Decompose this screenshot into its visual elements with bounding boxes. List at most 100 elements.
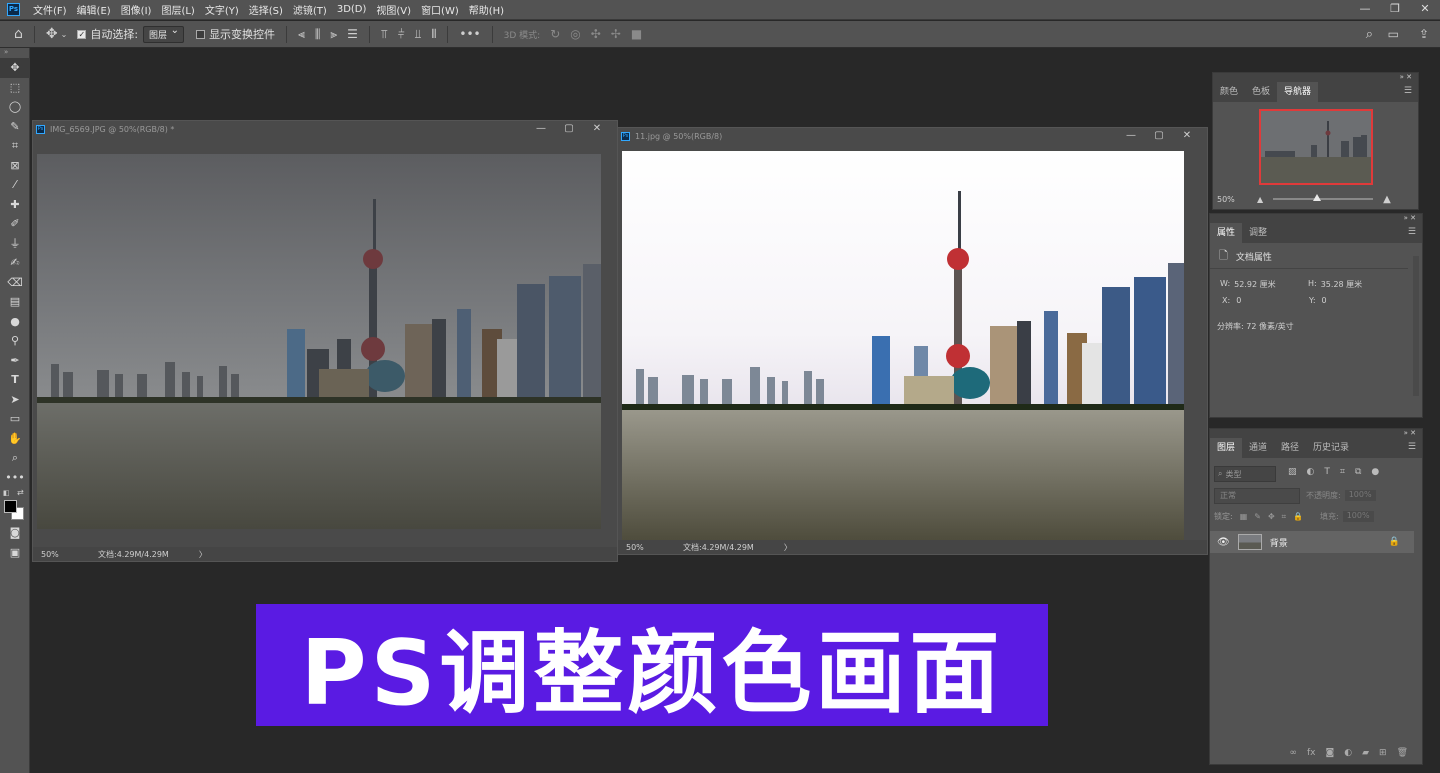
path-select-icon[interactable]: ➤ (0, 390, 30, 410)
minimize-button[interactable]: — (1350, 0, 1380, 20)
menu-filter[interactable]: 滤镜(T) (288, 2, 332, 17)
quick-mask-icon[interactable]: ◙ (0, 523, 30, 543)
marquee-tool-icon[interactable]: ⬚ (0, 78, 30, 98)
swap-colors-icon[interactable]: ⇄ (17, 488, 24, 497)
lock-artboard-icon[interactable]: ⌗ (1282, 512, 1287, 522)
filter-shape-icon[interactable]: ⌗ (1340, 467, 1345, 477)
layer-name[interactable]: 背景 (1270, 536, 1288, 549)
search-icon[interactable]: ⌕ (1366, 27, 1373, 42)
fill-input[interactable]: 100% (1342, 511, 1374, 522)
link-layers-icon[interactable]: ∞ (1290, 748, 1298, 758)
layer-style-icon[interactable]: fx (1307, 748, 1316, 758)
more-tools-icon[interactable]: ••• (0, 468, 30, 488)
document-title-bar[interactable]: Ps IMG_6569.JPG @ 50%(RGB/8) * — ▢ ✕ (33, 121, 617, 137)
frame-tool-icon[interactable]: ⊠ (0, 156, 30, 176)
zoom-slider-thumb[interactable] (1313, 194, 1322, 201)
visibility-eye-icon[interactable]: 👁 (1217, 537, 1230, 548)
layer-filter-dropdown[interactable]: ⌕ 类型 (1214, 466, 1276, 482)
document-close-button[interactable]: ✕ (583, 121, 611, 136)
3d-orbit-icon[interactable]: ↻ (550, 27, 560, 41)
gradient-tool-icon[interactable]: ▤ (0, 292, 30, 312)
history-brush-icon[interactable]: ✍ (0, 253, 30, 273)
opacity-input[interactable]: 100% (1344, 490, 1376, 501)
home-icon[interactable]: ⌂ (14, 26, 23, 42)
x-value[interactable]: 0 (1236, 296, 1241, 305)
document-minimize-button[interactable]: — (1117, 128, 1145, 143)
menu-layer[interactable]: 图层(L) (156, 2, 199, 17)
document-maximize-button[interactable]: ▢ (555, 121, 583, 136)
default-colors-icon[interactable]: ◧ (3, 489, 10, 497)
menu-file[interactable]: 文件(F) (28, 2, 72, 17)
tab-adjustments[interactable]: 调整 (1242, 223, 1274, 243)
panel-collapse-icon[interactable]: » ✕ (1210, 214, 1422, 223)
align-top-icon[interactable]: ⫪ (381, 27, 388, 42)
lasso-tool-icon[interactable]: ◯ (0, 97, 30, 117)
document-title-bar[interactable]: Ps 11.jpg @ 50%(RGB/8) — ▢ ✕ (618, 128, 1207, 144)
document-maximize-button[interactable]: ▢ (1145, 128, 1173, 143)
document-minimize-button[interactable]: — (527, 121, 555, 136)
zoom-out-icon[interactable]: ▲ (1257, 195, 1263, 204)
align-center-icon[interactable]: ⫼ (315, 27, 321, 42)
show-transform-checkbox[interactable] (196, 29, 206, 39)
new-group-icon[interactable]: ▰ (1362, 748, 1369, 758)
menu-type[interactable]: 文字(Y) (200, 2, 244, 17)
rectangle-tool-icon[interactable]: ▭ (0, 409, 30, 429)
lock-position-icon[interactable]: ✥ (1268, 512, 1275, 521)
filter-type-icon[interactable]: T (1324, 467, 1330, 477)
tab-channels[interactable]: 通道 (1242, 438, 1274, 458)
tab-navigator[interactable]: 导航器 (1277, 82, 1319, 102)
tab-layers[interactable]: 图层 (1210, 438, 1243, 458)
canvas-area[interactable] (33, 137, 617, 547)
panel-menu-icon[interactable]: ☰ (1408, 442, 1416, 452)
zoom-level[interactable]: 50% (33, 550, 88, 559)
distribute-icon[interactable]: ☰ (347, 27, 358, 41)
lock-transparent-icon[interactable]: ▦ (1240, 512, 1248, 521)
healing-brush-icon[interactable]: ✚ (0, 195, 30, 215)
align-middle-icon[interactable]: ⫩ (398, 27, 405, 42)
zoom-level[interactable]: 50% (618, 543, 673, 552)
filter-pixel-icon[interactable]: ▨ (1288, 467, 1297, 477)
panel-grip-icon[interactable]: » (0, 48, 29, 58)
hand-tool-icon[interactable]: ✋ (0, 429, 30, 449)
layer-mask-icon[interactable]: ◙ (1326, 748, 1335, 758)
adjustment-layer-icon[interactable]: ◐ (1344, 748, 1352, 758)
status-menu-arrow[interactable]: 〉 (784, 542, 792, 553)
screen-mode-icon[interactable]: ▣ (0, 543, 30, 563)
3d-slide-icon[interactable]: ✢ (611, 27, 621, 41)
blur-tool-icon[interactable]: ● (0, 312, 30, 332)
chevron-down-icon[interactable]: ⌄ (61, 30, 68, 39)
document-close-button[interactable]: ✕ (1173, 128, 1201, 143)
lock-pixels-icon[interactable]: ✎ (1254, 512, 1261, 521)
filter-adjustment-icon[interactable]: ◐ (1307, 467, 1315, 477)
menu-select[interactable]: 选择(S) (244, 2, 288, 17)
auto-select-target-dropdown[interactable]: 图层 (143, 25, 185, 43)
delete-layer-icon[interactable]: 🗑 (1397, 748, 1408, 758)
align-bottom-icon[interactable]: ⫫ (415, 27, 422, 42)
crop-tool-icon[interactable]: ⌗ (0, 136, 30, 156)
stamp-tool-icon[interactable]: ⏚ (0, 234, 30, 254)
navigator-zoom-value[interactable]: 50% (1217, 195, 1257, 204)
navigator-preview[interactable] (1259, 109, 1373, 185)
status-menu-arrow[interactable]: 〉 (199, 549, 207, 560)
menu-3d[interactable]: 3D(D) (332, 4, 372, 15)
menu-help[interactable]: 帮助(H) (464, 2, 509, 17)
width-value[interactable]: 52.92 厘米 (1234, 279, 1275, 290)
foreground-color-swatch[interactable] (4, 500, 17, 513)
filter-smart-object-icon[interactable]: ⧉ (1355, 467, 1361, 477)
type-tool-icon[interactable]: T (0, 370, 30, 390)
tab-paths[interactable]: 路径 (1274, 438, 1306, 458)
close-button[interactable]: ✕ (1410, 0, 1440, 20)
share-icon[interactable]: ⇪ (1419, 27, 1429, 41)
restore-button[interactable]: ❐ (1380, 0, 1410, 20)
filter-toggle-icon[interactable]: ● (1371, 467, 1379, 477)
align-left-icon[interactable]: ⫷ (298, 27, 305, 42)
distribute-vertical-icon[interactable]: ⫴ (431, 27, 436, 42)
pen-tool-icon[interactable]: ✒ (0, 351, 30, 371)
height-value[interactable]: 35.28 厘米 (1321, 279, 1362, 290)
tab-history[interactable]: 历史记录 (1306, 438, 1356, 458)
zoom-in-icon[interactable]: ▲ (1383, 194, 1391, 205)
move-tool-icon[interactable]: ✥ (46, 26, 58, 42)
3d-pan-icon[interactable]: ✣ (591, 27, 601, 41)
zoom-tool-icon[interactable]: ⌕ (0, 448, 30, 468)
panel-menu-icon[interactable]: ☰ (1408, 227, 1416, 237)
